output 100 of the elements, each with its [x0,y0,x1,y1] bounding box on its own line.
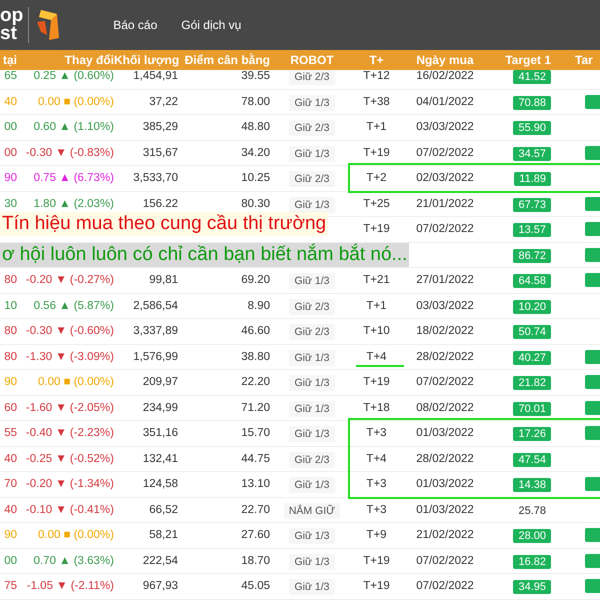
date-cell-text: 03/03/2022 [415,300,475,312]
target-badge: 34.95 [513,580,551,594]
volume-cell-text: 132,41 [142,452,178,465]
price-cell-text: 40 [3,96,17,108]
balance-cell-text: 45.05 [240,580,270,592]
robot-tag: Giữ 1/3 [289,579,335,596]
robot-tag: Giữ 1/3 [289,375,335,392]
date-cell-text: 16/02/2022 [415,70,475,82]
caption-text: Tín hiệu mua theo cung cầu thị trường [0,212,328,236]
robot-tag: Giữ 2/3 [289,69,335,86]
logo-icon [35,8,62,42]
days-cell-text: T+18 [362,402,391,414]
date-cell-text: 21/02/2022 [415,529,475,542]
robot-tag: Giữ 1/3 [289,426,335,442]
nav-link[interactable]: Báo cáo [113,18,158,32]
days-cell-text: T+19 [362,146,391,159]
change-cell-text: -1.05 ▼ (-2.11%) [26,580,114,592]
target-badge: 16.82 [513,554,551,569]
price-cell-text: 90 [3,529,17,542]
price-cell-text: 80 [3,325,17,338]
volume-cell-text: 37,22 [148,96,178,108]
logo-text: op st [0,7,30,43]
days-cell-text: T+3 [365,504,388,516]
target-badge: 47.54 [513,452,551,467]
change-cell-text: -1.60 ▼ (-2.05%) [24,402,114,414]
nav-link[interactable]: Gói dịch vụ [181,18,242,32]
target-badge: 28.00 [513,529,551,544]
target-badge: 21.82 [513,376,551,390]
volume-cell-text: 385,29 [142,121,178,134]
target-badge: 64.58 [513,274,551,288]
balance-cell-text: 78.00 [240,96,270,108]
date-cell-text: 01/03/2022 [415,478,475,490]
column-header: Tar [575,53,594,67]
volume-cell-text: 3,533,70 [132,172,178,184]
change-cell-text: 0.56 ▲ (5.87%) [32,300,114,312]
date-cell-text: 21/01/2022 [415,198,475,210]
price-cell-text: 65 [3,70,17,82]
price-cell-text: 00 [3,146,17,159]
days-cell-text: T+19 [362,376,391,388]
balance-cell-text: 8.90 [246,300,270,312]
target-badge: 11.89 [514,172,551,186]
date-cell-text: 08/02/2022 [415,402,475,414]
days-cell-text: T+1 [365,300,388,312]
change-cell-text: 0.75 ▲ (6.73%) [32,172,114,184]
volume-cell-text: 3,337,89 [132,325,178,338]
robot-tag: Giữ 1/3 [289,528,335,544]
date-cell-text: 07/02/2022 [415,223,475,236]
column-header: T+ [368,53,385,67]
target-badge: 67.73 [513,198,551,212]
date-cell-text: 04/01/2022 [415,96,475,108]
balance-cell-text: 27.60 [240,529,270,542]
date-cell-text: 07/02/2022 [415,554,475,567]
volume-cell-text: 2,586,54 [132,300,178,312]
days-cell-text: T+19 [362,223,391,236]
date-cell-text: 07/02/2022 [415,146,475,159]
target-badge: 70.01 [513,402,551,416]
column-header: Khối lượng [114,53,178,67]
volume-cell-text: 124,58 [142,478,178,490]
days-cell-text: T+25 [362,198,391,210]
change-cell-text: 0.25 ▲ (0.60%) [32,70,114,82]
column-header: Điểm cân bằng [184,53,270,67]
volume-cell-text: 1,576,99 [132,350,178,363]
target-badge: 34.57 [513,146,551,161]
balance-cell-text: 71.20 [240,402,270,414]
robot-tag: Giữ 1/3 [289,400,335,417]
date-cell-text: 28/02/2022 [415,452,475,465]
change-cell-text: 0.60 ▲ (1.10%) [32,121,114,134]
robot-tag: Giữ 2/3 [289,452,335,468]
robot-tag: Giữ 2/3 [289,324,335,340]
price-cell-text: 00 [3,554,17,567]
change-cell-text: 0.00 ■ (0.00%) [37,376,114,388]
balance-cell-text: 22.70 [240,504,270,516]
balance-cell-text: 44.75 [240,452,270,465]
date-cell-text: 01/03/2022 [415,427,475,440]
balance-cell-text: 10.25 [240,172,270,184]
price-cell-text: 80 [3,350,17,363]
volume-cell-text: 209,97 [142,376,178,388]
change-cell-text: -1.30 ▼ (-3.09%) [24,350,114,363]
robot-tag: Giữ 1/3 [289,196,335,213]
column-header: Target 1 [504,53,552,67]
days-cell-text: T+19 [362,554,391,567]
volume-cell-text: 315,67 [142,146,178,159]
date-cell-text: 28/02/2022 [415,350,475,363]
price-cell-text: 40 [3,452,17,465]
days-cell-text: T+38 [362,96,391,108]
change-cell-text: -0.30 ▼ (-0.60%) [24,325,114,338]
robot-tag: Giữ 1/3 [289,94,335,111]
volume-cell-text: 99,81 [148,274,178,286]
balance-cell-text: 46.60 [240,325,270,338]
robot-tag: Giữ 2/3 [289,171,335,188]
robot-tag: NẮM GIỮ [284,502,340,519]
date-cell-text: 03/03/2022 [415,121,475,134]
date-cell-text: 27/01/2022 [415,274,475,286]
target-badge: 41.52 [513,70,551,84]
days-cell-text: T+4 [365,350,388,363]
price-cell-text: 70 [3,478,17,490]
volume-cell-text: 234,99 [142,402,178,414]
change-cell-text: -0.20 ▼ (-1.34%) [24,478,114,490]
volume-cell-text: 1,454,91 [132,70,178,82]
balance-cell-text: 38.80 [240,350,270,363]
